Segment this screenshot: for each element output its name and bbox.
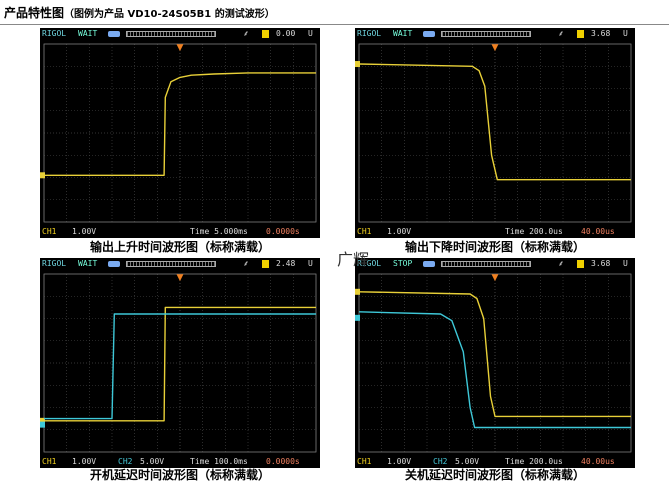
scope-screen-3: RIGOL WAIT ⸙ 2.48 U ▼ CH1 1.00V CH2 5.00V Time 100… [40, 258, 320, 468]
ch1-scale: 1.00V [387, 227, 412, 236]
trigger-source-icon [577, 30, 584, 38]
acquisition-status: WAIT [393, 29, 413, 38]
ch1-label: CH1 [42, 227, 57, 236]
trigger-level-readout: 3.68 [591, 259, 611, 268]
header-divider [0, 24, 669, 25]
trigger-edge-icon: ⸙ [558, 29, 564, 38]
page-title: 产品特性图 [4, 6, 65, 20]
trigger-level-unit: U [623, 259, 628, 268]
trigger-level-unit: U [308, 259, 313, 268]
acquisition-status: WAIT [78, 259, 98, 268]
waveform-plot: ▼ [355, 273, 632, 453]
memory-depth-icon [423, 261, 435, 267]
channel-marker-ch1 [40, 172, 45, 179]
channel-marker-ch2 [40, 421, 45, 428]
timebase-readout: Time 5.000ms [190, 227, 248, 236]
memory-depth-icon [108, 261, 120, 267]
figure-caption: 关机延迟时间波形图（标称满载） [404, 468, 585, 482]
scope-plot-area: ▼ [355, 270, 635, 456]
ch1-scale: 1.00V [72, 227, 97, 236]
scope-bottom-bar: CH1 1.00V Time 5.000ms 0.0000s [40, 226, 320, 238]
trigger-offset-readout: 40.00us [581, 227, 615, 236]
acquisition-status: STOP [393, 259, 413, 268]
trigger-source-icon [262, 30, 269, 38]
waveform-plot: ▼ [355, 43, 632, 223]
trigger-level-unit: U [623, 29, 628, 38]
memory-position-bar [441, 261, 531, 267]
trigger-level-unit: U [308, 29, 313, 38]
page-subtitle: （图例为产品 VD10-24S05B1 的测试波形） [64, 9, 275, 20]
scope-brand: RIGOL [357, 29, 382, 38]
trigger-position-marker: ▼ [492, 273, 499, 283]
figure-caption: 输出上升时间波形图（标称满载） [89, 240, 270, 254]
trigger-position-marker: ▼ [177, 273, 184, 283]
scope-plot-area: ▼ [40, 40, 320, 226]
waveform-ch2 [44, 313, 316, 420]
channel-marker-ch1 [355, 288, 360, 295]
graticule [358, 273, 632, 453]
channel-marker-ch2 [355, 314, 360, 321]
waveform-plot: ▼ [40, 43, 317, 223]
channel-marker-ch1 [355, 61, 360, 68]
scope-screen-4: RIGOL STOP ⸙ 3.68 U ▼ CH1 1.00V CH2 5.00V Time 200… [355, 258, 635, 468]
scope-plot-area: ▼ [355, 40, 635, 226]
memory-position-bar [441, 31, 531, 37]
scope-brand: RIGOL [42, 29, 67, 38]
trigger-edge-icon: ⸙ [558, 259, 564, 268]
trigger-edge-icon: ⸙ [243, 29, 249, 38]
ch1-label: CH1 [357, 227, 372, 236]
waveform-ch2 [358, 311, 631, 429]
graticule [43, 43, 317, 223]
trigger-level-readout: 0.00 [276, 29, 296, 38]
memory-depth-icon [423, 31, 435, 37]
figure-caption: 开机延迟时间波形图（标称满载） [89, 468, 270, 482]
trigger-source-icon [577, 260, 584, 268]
figure-caption: 输出下降时间波形图（标称满载） [404, 240, 585, 254]
waveform-ch1 [358, 63, 631, 181]
graticule [358, 43, 632, 223]
timebase-readout: Time 200.0us [505, 227, 563, 236]
trigger-position-marker: ▼ [492, 43, 499, 53]
trigger-edge-icon: ⸙ [243, 259, 249, 268]
waveform-plot: ▼ [40, 273, 317, 453]
trigger-level-readout: 3.68 [591, 29, 611, 38]
trigger-level-readout: 2.48 [276, 259, 296, 268]
trigger-source-icon [262, 260, 269, 268]
scope-brand: RIGOL [42, 259, 67, 268]
graticule [43, 273, 317, 453]
scope-top-bar: RIGOL WAIT ⸙ 3.68 U [355, 28, 635, 40]
page-header: 产品特性图（图例为产品 VD10-24S05B1 的测试波形） [4, 4, 275, 22]
scope-screen-2: RIGOL WAIT ⸙ 3.68 U ▼ CH1 1.00V Time 200.0us 40.0… [355, 28, 635, 238]
scope-screen-1: RIGOL WAIT ⸙ 0.00 U ▼ CH1 1.00V Time 5.000ms 0.00… [40, 28, 320, 238]
scope-top-bar: RIGOL WAIT ⸙ 0.00 U [40, 28, 320, 40]
scope-top-bar: RIGOL WAIT ⸙ 2.48 U [40, 258, 320, 270]
acquisition-status: WAIT [78, 29, 98, 38]
trigger-position-marker: ▼ [177, 43, 184, 53]
scope-plot-area: ▼ [40, 270, 320, 456]
memory-position-bar [126, 261, 216, 267]
memory-position-bar [126, 31, 216, 37]
scope-top-bar: RIGOL STOP ⸙ 3.68 U [355, 258, 635, 270]
memory-depth-icon [108, 31, 120, 37]
scope-bottom-bar: CH1 1.00V Time 200.0us 40.00us [355, 226, 635, 238]
watermark-text: 广辉 [337, 250, 370, 269]
trigger-offset-readout: 0.0000s [266, 227, 300, 236]
